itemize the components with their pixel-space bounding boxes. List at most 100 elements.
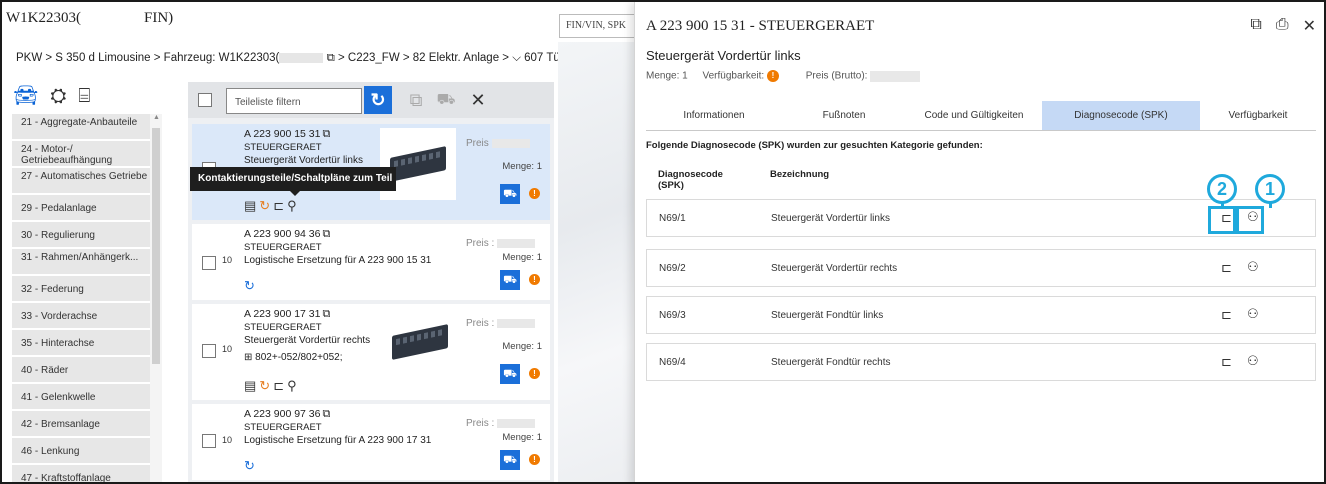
sidebar-item[interactable]: 24 - Motor-/ Getriebeaufhängung: [12, 141, 150, 168]
sidebar-item[interactable]: 30 - Regulierung: [12, 222, 150, 249]
document-icon[interactable]: ▤: [244, 198, 259, 213]
sidebar-item[interactable]: 27 - Automatisches Getriebe: [12, 168, 150, 195]
copy-icon[interactable]: ⧉: [1250, 16, 1261, 36]
wiring-diagram-icon[interactable]: ⚇: [1247, 306, 1259, 322]
sidebar-item[interactable]: 35 - Hinterachse: [12, 330, 150, 357]
part-actions: ▤↻⊏⚲: [244, 378, 300, 394]
replacement-icon[interactable]: ↻: [259, 378, 273, 393]
part-type: STEUERGERAET: [244, 142, 322, 153]
part-card[interactable]: 10 A 223 900 97 36 ⧉ STEUERGERAET Logisti…: [192, 404, 550, 480]
magnifier-icon[interactable]: ⚲: [287, 378, 300, 393]
availability-warning-icon[interactable]: !: [529, 454, 540, 465]
connector-icon[interactable]: ⊏: [273, 198, 287, 213]
availability-warning-icon[interactable]: !: [529, 188, 540, 199]
table-row[interactable]: N69/3 Steuergerät Fondtür links ⊏ ⚇: [646, 296, 1316, 334]
copy-icon[interactable]: ⧉: [323, 228, 331, 240]
breadcrumb-vehicle[interactable]: PKW > S 350 d Limousine > Fahrzeug: W1K2…: [16, 52, 279, 64]
table-icon: ⊞: [244, 352, 253, 363]
tooltip: Kontaktierungsteile/Schaltpläne zum Teil: [190, 167, 396, 196]
breadcrumb-group[interactable]: > C223_FW > 82 Elektr. Anlage >: [338, 52, 509, 64]
part-checkbox[interactable]: [202, 344, 216, 358]
part-number-text: A 223 900 94 36: [244, 228, 321, 240]
copy-icon[interactable]: ⧉: [402, 86, 430, 114]
select-all-checkbox[interactable]: [198, 93, 212, 107]
redacted-price: [870, 70, 921, 82]
chevron-down-icon[interactable]: ⌵: [512, 52, 521, 64]
table-row[interactable]: N69/4 Steuergerät Fondtür rechts ⊏ ⚇: [646, 343, 1316, 381]
callout-2: 2: [1207, 174, 1237, 204]
code-text: 802+-052/802+052;: [255, 352, 343, 363]
sidebar-item[interactable]: 41 - Gelenkwelle: [12, 384, 150, 411]
tab-fussnoten[interactable]: Fußnoten: [782, 101, 906, 130]
sidebar-item[interactable]: 33 - Vorderachse: [12, 303, 150, 330]
sidebar-item[interactable]: 32 - Federung: [12, 276, 150, 303]
transmission-icon[interactable]: ⌸: [78, 86, 90, 106]
part-qty: 10: [222, 344, 233, 354]
replacement-icon[interactable]: ↻: [259, 198, 273, 213]
sidebar-item[interactable]: 21 - Aggregate-Anbauteile: [12, 114, 150, 141]
copy-icon[interactable]: ⧉: [323, 408, 331, 420]
tab-verfuegbarkeit[interactable]: Verfügbarkeit: [1200, 101, 1316, 130]
price: Preis :: [466, 238, 536, 249]
availability-warning-icon[interactable]: !: [766, 70, 779, 82]
availability-warning-icon[interactable]: !: [529, 274, 540, 285]
add-to-cart-button[interactable]: ⛟: [500, 270, 520, 290]
sidebar: 21 - Aggregate-Anbauteile 24 - Motor-/ G…: [12, 114, 162, 482]
part-card[interactable]: 10 A 223 900 17 31 ⧉ STEUERGERAET Steuerg…: [192, 304, 550, 400]
quantity: Menge: 1: [502, 341, 542, 352]
screenshot-frame: W1K22303( FIN) FIN/VIN, SPK PKW > S 350 …: [0, 0, 1326, 484]
connector-icon[interactable]: ⊏: [1221, 307, 1232, 323]
sidebar-item[interactable]: 46 - Lenkung: [12, 438, 150, 465]
price-label: Preis: [466, 138, 489, 149]
part-number: A 223 900 17 31 ⧉: [244, 308, 330, 321]
sidebar-item[interactable]: 47 - Kraftstoffanlage: [12, 465, 150, 482]
export-icon[interactable]: ⎙: [1276, 16, 1289, 36]
add-to-cart-button[interactable]: ⛟: [500, 364, 520, 384]
sidebar-item[interactable]: 40 - Räder: [12, 357, 150, 384]
wiring-diagram-icon[interactable]: ⚇: [1247, 259, 1259, 275]
diagnosecode: N69/4: [659, 357, 686, 368]
tab-informationen[interactable]: Informationen: [646, 101, 782, 130]
panel-tabs: Informationen Fußnoten Code und Gültigke…: [646, 101, 1316, 131]
add-to-cart-button[interactable]: ⛟: [500, 184, 520, 204]
sidebar-item[interactable]: 31 - Rahmen/Anhängerk...: [12, 249, 150, 276]
replacement-icon[interactable]: ↻: [244, 278, 258, 293]
sidebar-scrollbar[interactable]: ▲: [150, 114, 162, 482]
sidebar-item[interactable]: 29 - Pedalanlage: [12, 195, 150, 222]
copy-icon[interactable]: ⧉: [323, 128, 331, 140]
part-checkbox[interactable]: [202, 256, 216, 270]
part-number: A 223 900 94 36 ⧉: [244, 228, 330, 241]
tools-icon[interactable]: ✕: [464, 86, 492, 114]
car-icon[interactable]: 🚘︎: [13, 86, 38, 106]
part-checkbox[interactable]: [202, 434, 216, 448]
fin-search-input[interactable]: FIN/VIN, SPK: [559, 14, 634, 38]
wiring-diagram-icon[interactable]: ⚇: [1247, 353, 1259, 369]
tab-diagnosecode[interactable]: Diagnosecode (SPK): [1042, 101, 1200, 130]
engine-icon[interactable]: ⛭: [50, 86, 66, 106]
sidebar-item[interactable]: 42 - Bremsanlage: [12, 411, 150, 438]
control-unit-image[interactable]: [392, 324, 448, 360]
availability-warning-icon[interactable]: !: [529, 368, 540, 379]
connector-icon[interactable]: ⊏: [273, 378, 287, 393]
bezeichnung: Steuergerät Vordertür rechts: [771, 263, 898, 274]
scrollbar-thumb[interactable]: [152, 128, 160, 364]
part-card[interactable]: 10 A 223 900 94 36 ⧉ STEUERGERAET Logisti…: [192, 224, 550, 300]
add-to-cart-button[interactable]: ⛟: [500, 450, 520, 470]
replacement-icon[interactable]: ↻: [244, 458, 258, 473]
connector-icon[interactable]: ⊏: [1221, 354, 1232, 370]
part-type: STEUERGERAET: [244, 322, 322, 333]
tab-code-gueltigkeiten[interactable]: Code und Gültigkeiten: [906, 101, 1042, 130]
table-row[interactable]: N69/2 Steuergerät Vordertür rechts ⊏ ⚇: [646, 249, 1316, 287]
connector-icon[interactable]: ⊏: [1221, 260, 1232, 276]
part-description: Steuergerät Vordertür links: [244, 155, 363, 166]
document-icon[interactable]: ▤: [244, 378, 259, 393]
part-type: STEUERGERAET: [244, 422, 322, 433]
refresh-button[interactable]: ↻: [364, 86, 392, 114]
close-icon[interactable]: ✕: [1303, 16, 1316, 36]
copy-icon[interactable]: ⧉: [323, 308, 331, 320]
scroll-up-icon[interactable]: ▲: [153, 114, 160, 121]
cart-icon[interactable]: ⛟: [432, 86, 460, 114]
copy-icon[interactable]: ⧉: [327, 52, 335, 64]
parts-filter-input[interactable]: Teileliste filtern: [226, 88, 362, 114]
redacted-vin: [279, 52, 324, 63]
